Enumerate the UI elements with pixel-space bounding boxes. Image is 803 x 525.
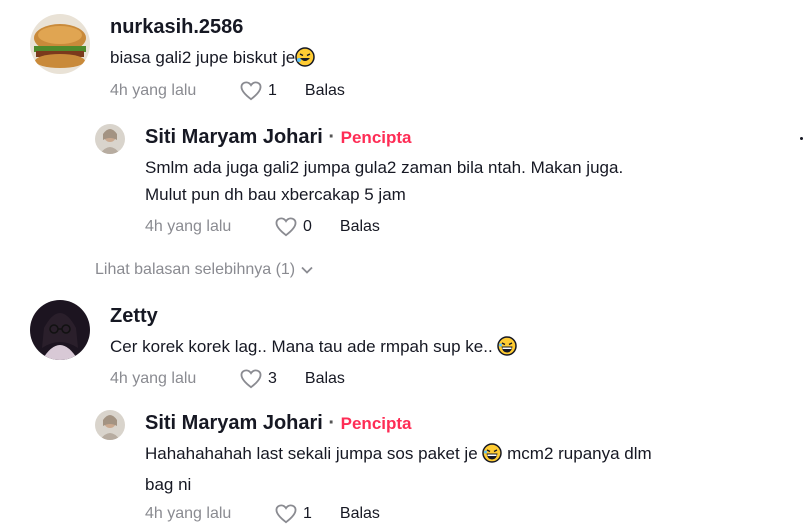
comment-text: Cer korek korek lag.. Mana tau ade rmpah… — [110, 333, 518, 364]
like-count: 1 — [303, 505, 312, 522]
comment-time: 4h yang lalu — [110, 370, 197, 387]
view-more-label[interactable]: Lihat balasan selebihnya (1) — [95, 261, 295, 279]
reply-text-part: mcm2 rupanya dlm — [507, 444, 652, 463]
reply-time: 4h yang lalu — [145, 218, 232, 235]
reply-button[interactable]: Balas — [305, 82, 345, 100]
like-count: 1 — [268, 82, 277, 99]
comment-meta: 4h yang lalu 3 Balas — [110, 369, 345, 389]
comment-text-body: biasa gali2 jupe biskut je — [110, 48, 296, 67]
reply-text: Smlm ada juga gali2 jumpa gula2 zaman bi… — [145, 154, 623, 208]
reply-text: Hahahahahah last sekali jumpa sos paket … — [145, 440, 652, 498]
reply-text-line: Hahahahahah last sekali jumpa sos paket … — [145, 440, 652, 471]
separator: · — [328, 126, 336, 148]
laughing-face-icon — [295, 47, 315, 75]
reply-username-text[interactable]: Siti Maryam Johari — [145, 412, 323, 434]
reply-username-text[interactable]: Siti Maryam Johari — [145, 126, 323, 148]
heart-icon — [275, 217, 297, 237]
separator: · — [328, 412, 336, 434]
reply-button[interactable]: Balas — [305, 370, 345, 388]
avatar[interactable] — [30, 300, 90, 360]
avatar[interactable] — [95, 124, 125, 154]
like-button[interactable]: 1 — [275, 504, 312, 524]
comment-text-body: Cer korek korek lag.. Mana tau ade rmpah… — [110, 337, 493, 356]
creator-badge: Pencipta — [340, 128, 412, 147]
view-more-replies[interactable]: Lihat balasan selebihnya (1) — [95, 261, 313, 279]
creator-badge: Pencipta — [340, 414, 412, 433]
reply-button[interactable]: Balas — [340, 505, 380, 523]
reply-meta: 4h yang lalu 1 Balas — [145, 504, 380, 524]
chevron-down-icon — [301, 266, 313, 274]
comment-time: 4h yang lalu — [110, 82, 197, 99]
comment-meta: 4h yang lalu 1 Balas — [110, 81, 345, 101]
like-count: 0 — [303, 218, 312, 235]
heart-icon — [240, 81, 262, 101]
comment-text: biasa gali2 jupe biskut je — [110, 44, 315, 75]
reply-meta: 4h yang lalu 0 Balas — [145, 217, 380, 237]
reply-button[interactable]: Balas — [340, 218, 380, 236]
reply-username[interactable]: Siti Maryam Johari · Pencipta — [145, 412, 412, 435]
avatar[interactable] — [95, 410, 125, 440]
like-count: 3 — [268, 370, 277, 387]
heart-icon — [240, 369, 262, 389]
comment-username[interactable]: Zetty — [110, 305, 158, 328]
reply-username[interactable]: Siti Maryam Johari · Pencipta — [145, 126, 412, 149]
reply-text-line: Smlm ada juga gali2 jumpa gula2 zaman bi… — [145, 158, 624, 177]
grinning-face-icon — [497, 336, 518, 364]
grinning-face-icon — [482, 443, 503, 471]
like-button[interactable]: 1 — [240, 81, 277, 101]
comment-username[interactable]: nurkasih.2586 — [110, 16, 243, 39]
avatar[interactable] — [30, 14, 90, 74]
like-button[interactable]: 0 — [275, 217, 312, 237]
reply-time: 4h yang lalu — [145, 505, 232, 522]
like-button[interactable]: 3 — [240, 369, 277, 389]
reply-text-line: bag ni — [145, 475, 192, 494]
reply-text-part: Hahahahahah last sekali jumpa sos paket … — [145, 444, 478, 463]
heart-icon — [275, 504, 297, 524]
reply-text-line: Mulut pun dh bau xbercakap 5 jam — [145, 185, 406, 204]
